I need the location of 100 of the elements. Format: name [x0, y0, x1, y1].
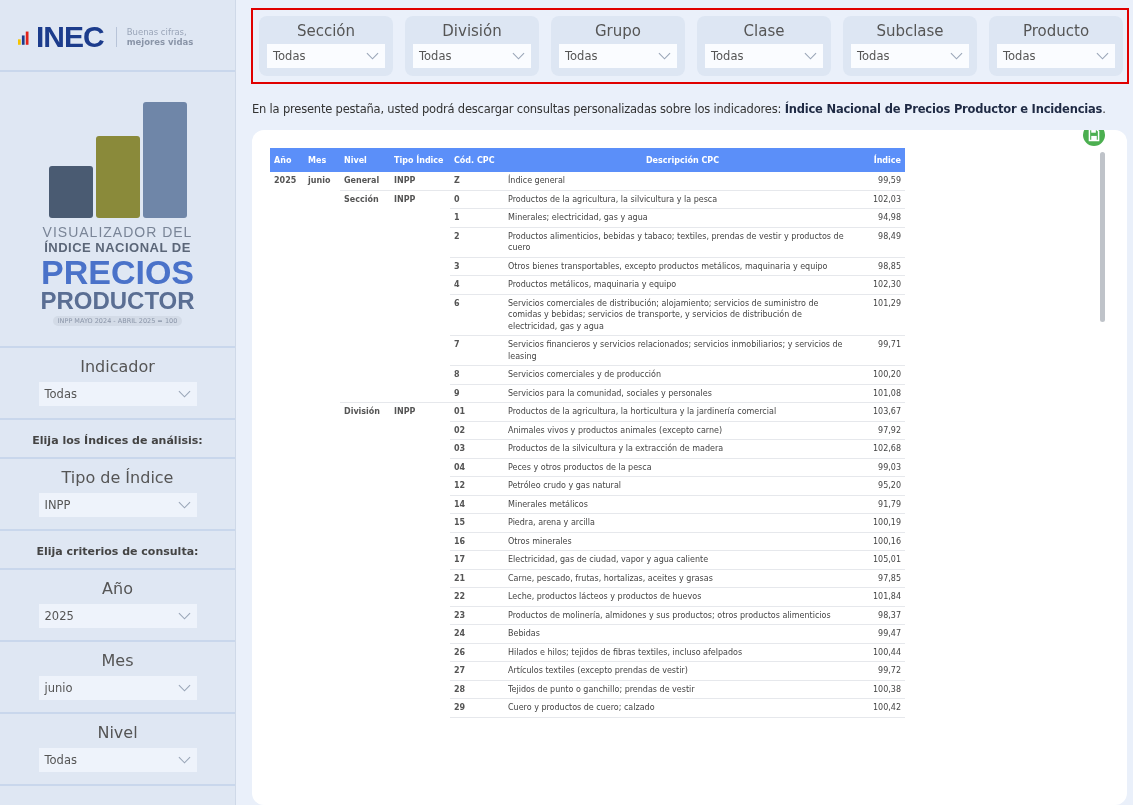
table-cell: 100,38	[873, 684, 901, 694]
table-cell: 103,67	[873, 407, 901, 416]
column-header: Cód. CPC	[450, 148, 504, 172]
column-header: Índice	[861, 148, 905, 172]
dropdown[interactable]: 2025	[38, 604, 197, 628]
table-cell: 23	[454, 610, 466, 620]
table-cell: INPP	[394, 194, 416, 204]
table-cell: junio	[308, 176, 331, 185]
table-cell: Servicios comerciales y de producción	[508, 370, 661, 379]
bar-chart-logo-icon	[18, 29, 32, 45]
column-header: Año	[270, 148, 304, 172]
table-cell: 3	[454, 261, 460, 271]
table-cell: 99,59	[878, 176, 901, 185]
table-cell: 99,71	[878, 340, 901, 349]
table-cell: 102,68	[873, 444, 901, 453]
dropdown[interactable]: Todas	[997, 44, 1115, 68]
column-header: Tipo Índice	[390, 148, 450, 172]
intro-text: En la presente pestaña, usted podrá descargar consultas personalizadas sobre los indicadores: Índice Nacional de Precios Productor e Incidencias.	[252, 102, 1107, 116]
table-cell: Minerales metálicos	[508, 499, 588, 509]
table-cell: 100,19	[873, 518, 901, 527]
table-cell: Animales vivos y productos animales (excepto carne)	[508, 425, 723, 435]
dropdown[interactable]: junio	[38, 676, 197, 700]
photo-placeholder	[48, 166, 93, 218]
table-cell: 6	[454, 298, 460, 308]
table-cell: 0	[454, 194, 460, 204]
table-cell: Sección	[344, 194, 379, 204]
table-cell: 8	[454, 370, 460, 379]
dropdown[interactable]: Todas	[267, 44, 385, 68]
chevron-down-icon	[512, 52, 525, 60]
table-cell: 2025	[274, 176, 297, 185]
table-cell: 03	[454, 444, 466, 453]
column-header: Mes	[304, 148, 340, 172]
table-cell: 101,08	[873, 388, 901, 398]
filter-label: Año	[102, 579, 133, 598]
dropdown[interactable]: Todas	[705, 44, 823, 68]
dropdown[interactable]: Todas	[559, 44, 677, 68]
dropdown[interactable]: Todas	[851, 44, 969, 68]
chevron-down-icon	[366, 52, 379, 60]
chevron-down-icon	[658, 52, 671, 60]
table-cell: 102,03	[873, 194, 901, 204]
table-cell: 100,16	[873, 536, 901, 546]
dropdown[interactable]: INPP	[38, 493, 197, 517]
column-header: Nivel	[340, 148, 390, 172]
save-icon[interactable]	[1083, 130, 1105, 146]
table-cell: 100,20	[873, 370, 901, 379]
table-cell: 94,98	[878, 213, 901, 222]
filter-label: Mes	[101, 651, 134, 670]
filter-label: Nivel	[97, 723, 138, 742]
table-cell: Peces y otros productos de la pesca	[508, 462, 652, 472]
logo-text: INEC	[36, 22, 104, 52]
chevron-down-icon	[177, 756, 191, 764]
table-cell: Hilados e hilos; tejidos de fibras textiles, incluso afelpados	[508, 647, 743, 657]
section-heading: Elija criterios de consulta:	[36, 545, 199, 558]
hero-title: PRECIOS	[40, 255, 194, 289]
table-cell: 12	[454, 481, 466, 490]
hero-title: ÍNDICE NACIONAL DE	[44, 240, 191, 255]
hero-title: PRODUCTOR	[40, 289, 195, 313]
table-cell: 4	[454, 280, 460, 289]
filter-label: Indicador	[80, 357, 155, 376]
table-cell: 9	[454, 388, 460, 398]
table-cell: 99,47	[878, 629, 901, 638]
tagline: mejores vidas	[126, 37, 194, 48]
table-cell: 29	[454, 703, 466, 712]
table-cell: 16	[454, 536, 466, 546]
table-cell: 102,30	[873, 280, 901, 289]
table-cell: 97,92	[878, 425, 901, 435]
filter-label: Subclase	[876, 22, 944, 40]
dropdown[interactable]: Todas	[38, 748, 197, 772]
tagline: Buenas cifras,	[126, 26, 188, 37]
chevron-down-icon	[177, 612, 191, 620]
dropdown[interactable]: Todas	[38, 382, 197, 406]
table-cell: General	[344, 176, 380, 185]
table-cell: 99,03	[878, 462, 901, 472]
table-cell: 91,79	[878, 499, 901, 509]
table-cell: Productos de la agricultura, la silvicultura y la pesca	[508, 194, 718, 204]
table-cell: Artículos textiles (excepto prendas de vestir)	[508, 666, 688, 675]
dropdown[interactable]: Todas	[413, 44, 531, 68]
table-cell: 17	[454, 555, 466, 564]
chevron-down-icon	[177, 501, 191, 509]
filter-label: Grupo	[595, 22, 641, 40]
table-cell: INPP	[394, 176, 416, 185]
filter-label: División	[442, 22, 502, 40]
table-cell: 101,29	[873, 298, 901, 308]
table-cell: 27	[454, 666, 466, 675]
table-cell: Servicios para la comunidad, sociales y personales	[508, 388, 712, 398]
scrollbar[interactable]	[1100, 152, 1105, 322]
table-cell: 98,37	[878, 610, 901, 620]
table-cell: Piedra, arena y arcilla	[508, 518, 595, 527]
table-cell: 98,85	[878, 261, 901, 271]
table-cell: 26	[454, 647, 466, 657]
table-cell: 100,44	[873, 647, 901, 657]
table-cell: 97,85	[878, 573, 901, 583]
table-cell: Leche, productos lácteos y productos de huevos	[508, 592, 702, 601]
table-cell: Otros minerales	[508, 536, 572, 546]
section-heading: Elija los Índices de análisis:	[32, 434, 203, 447]
column-header: Descripción CPC	[504, 148, 861, 172]
chevron-down-icon	[1096, 52, 1109, 60]
table-cell: 28	[454, 684, 466, 694]
table-cell: 22	[454, 592, 466, 601]
table-cell: División	[344, 407, 381, 416]
